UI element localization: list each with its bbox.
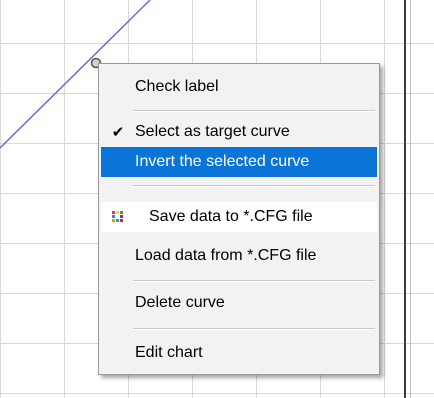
menu-separator (133, 185, 375, 187)
menu-item-delete-curve-text: Delete curve (135, 294, 225, 311)
menu-item-save-cfg-text: Save data to *.CFG file (149, 208, 313, 225)
menu-item-check-label-text: Check label (135, 78, 219, 95)
menu-item-load-cfg-text: Load data from *.CFG file (135, 247, 317, 264)
menu-item-edit-chart-text: Edit chart (135, 344, 203, 361)
menu-separator (133, 328, 375, 330)
menu-separator (133, 110, 375, 112)
checkmark-icon: ✔ (111, 124, 125, 141)
menu-item-save-cfg[interactable]: Save data to *.CFG file (101, 202, 377, 232)
menu-item-invert-curve-text: Invert the selected curve (135, 153, 310, 170)
menu-item-select-target-text: Select as target curve (135, 123, 290, 140)
menu-item-invert-curve[interactable]: Invert the selected curve (101, 147, 377, 177)
menu-item-load-cfg[interactable]: Load data from *.CFG file (101, 241, 377, 271)
menu-item-check-label[interactable]: Check label (101, 72, 377, 102)
color-palette-icon (112, 211, 124, 223)
menu-separator (133, 280, 375, 282)
menu-item-delete-curve[interactable]: Delete curve (101, 288, 377, 318)
menu-item-select-target[interactable]: ✔ Select as target curve (101, 117, 377, 147)
context-menu: Check label ✔ Select as target curve Inv… (98, 63, 380, 375)
menu-item-edit-chart[interactable]: Edit chart (101, 338, 377, 368)
